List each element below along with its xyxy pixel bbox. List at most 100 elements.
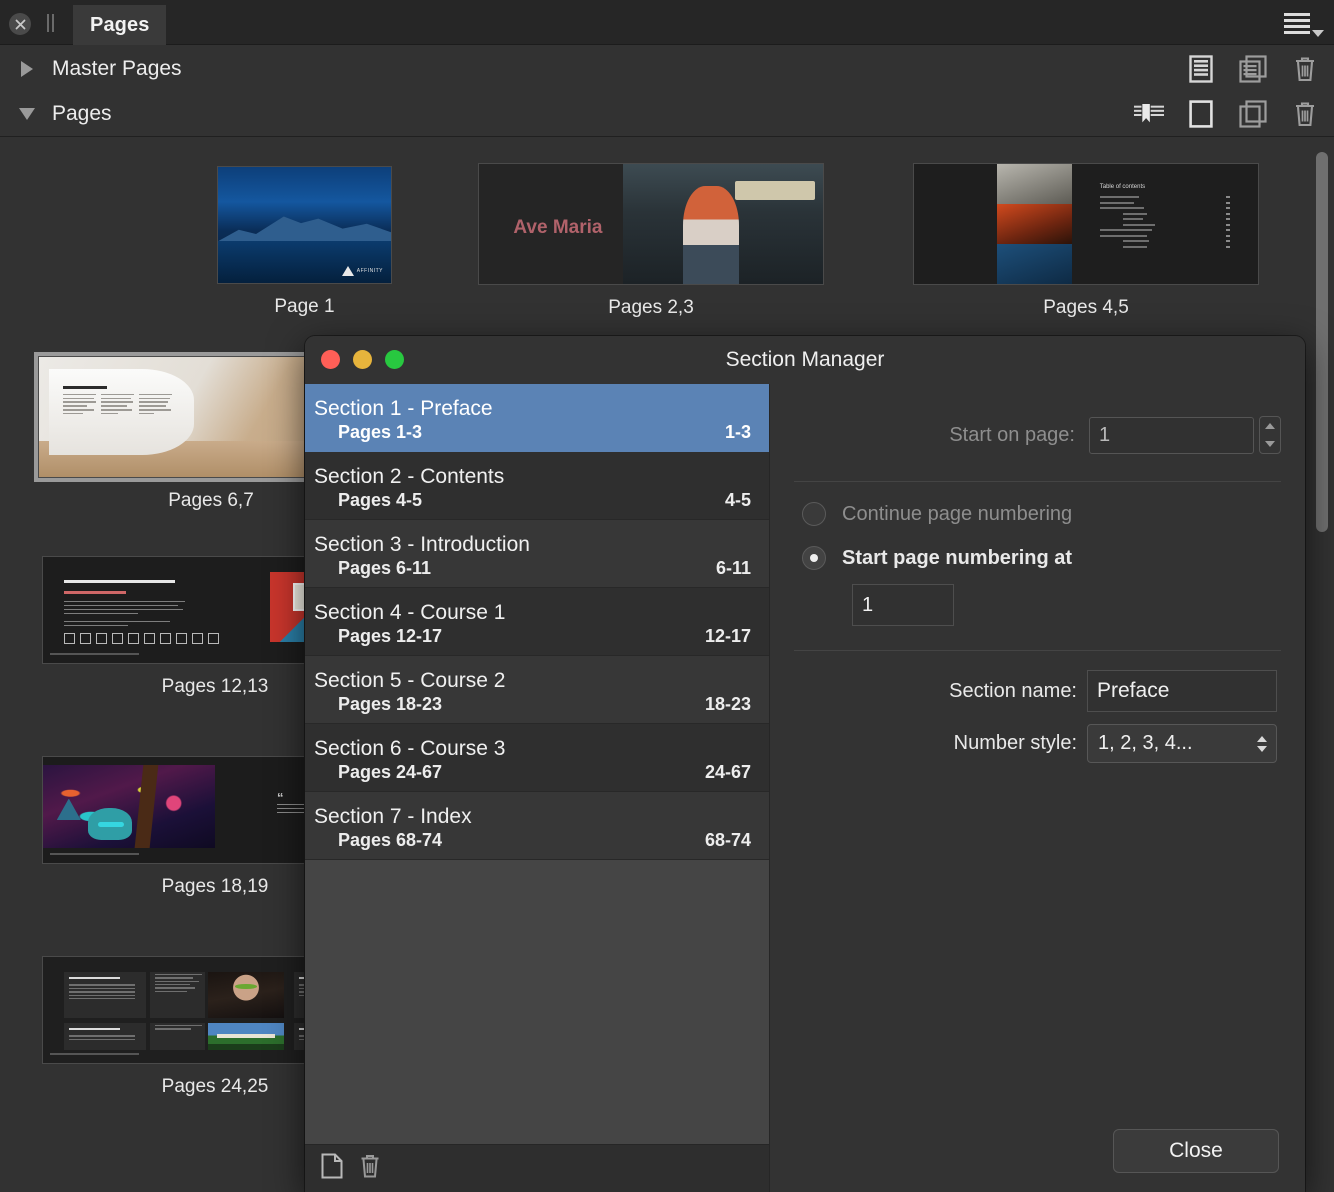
minimize-window-button[interactable] [353,350,372,369]
pages-toolbar [1134,92,1320,136]
close-circle-icon[interactable] [9,13,31,35]
thumbnail-pages-2-3[interactable]: Ave Maria Pages 2,3 [478,163,824,319]
section-list-item[interactable]: Section 6 - Course 3 Pages 24-67 24-67 [305,724,769,792]
section-pages-label: Pages 68-74 [338,830,443,850]
section-title: Section 5 - Course 2 [314,669,506,692]
start-on-page-input[interactable] [1089,416,1254,454]
affinity-logo-icon: AFFINITY [341,266,383,276]
section-name-row: Section name: [949,670,1277,712]
panel-vertical-scrollbar[interactable] [1316,152,1328,1142]
new-section-icon[interactable] [321,1153,343,1184]
thumb-art-contents: Table of contents [914,164,1258,284]
continue-numbering-radio[interactable] [802,502,826,526]
section-page-range: 24-67 [704,762,751,782]
pages-panel: Pages Master Pages Pages AFFINITY Page 1… [0,0,1334,1192]
section-page-range: 12-17 [704,626,751,646]
delete-master-icon[interactable] [1290,53,1320,85]
add-page-icon[interactable] [1186,98,1216,130]
section-list-item[interactable]: Section 5 - Course 2 Pages 18-23 18-23 [305,656,769,724]
section-list-item[interactable]: Section 4 - Course 1 Pages 12-17 12-17 [305,588,769,656]
section-pages-label: Pages 18-23 [338,694,443,714]
sections-list-column: Section 1 - Preface Pages 1-3 1-3 Sectio… [305,384,770,1192]
dialog-title: Section Manager [725,348,885,371]
thumb-art-avemaria: Ave Maria [479,164,823,284]
master-pages-label: Master Pages [52,57,182,80]
thumbnail-page-1[interactable]: AFFINITY Page 1 [217,166,392,318]
master-page-icon[interactable] [1186,53,1216,85]
close-button[interactable]: Close [1113,1129,1279,1173]
section-page-range: 4-5 [724,490,751,510]
section-page-range: 18-23 [704,694,751,714]
divider-1 [794,481,1281,482]
section-pages-label: Pages 24-67 [338,762,443,782]
stepper-arrows-icon [1257,735,1267,752]
section-page-range: 6-11 [715,558,751,578]
tab-pages[interactable]: Pages [73,5,167,45]
scrollbar-thumb[interactable] [1316,152,1328,532]
triangle-right-icon[interactable] [18,60,36,78]
number-style-label: Number style: [953,732,1077,754]
thumb-contents-heading: Table of contents [1099,184,1146,191]
delete-page-icon[interactable] [1290,98,1320,130]
tab-pages-label: Pages [90,13,150,36]
section-manager-dialog: Section Manager Section 1 - Preface Page… [305,336,1305,1192]
section-pages-label: Pages 4-5 [338,490,423,510]
thumb-avemaria-text: Ave Maria [513,216,603,238]
chevron-down-icon [1312,30,1324,37]
dialog-title-bar[interactable]: Section Manager [305,336,1305,384]
number-style-value: 1, 2, 3, 4... [1098,732,1193,754]
close-button-label: Close [1169,1139,1223,1162]
duplicate-page-icon[interactable] [1238,98,1268,130]
section-list-item[interactable]: Section 3 - Introduction Pages 6-11 6-11 [305,520,769,588]
section-title: Section 2 - Contents [314,465,505,488]
thumbnail-caption: Page 1 [274,296,335,317]
section-list-item[interactable]: Section 7 - Index Pages 68-74 68-74 [305,792,769,860]
delete-section-icon[interactable] [359,1153,381,1184]
dialog-body: Section 1 - Preface Pages 1-3 1-3 Sectio… [305,384,1305,1192]
start-numbering-radio-row[interactable]: Start page numbering at [802,546,1072,570]
thumbnail-pages-4-5[interactable]: Table of contents Pages 4,5 [913,163,1259,319]
number-style-select[interactable]: 1, 2, 3, 4... [1087,724,1277,763]
start-numbering-label: Start page numbering at [842,546,1073,569]
sections-list-footer [305,1144,769,1192]
thumbnail-caption: Pages 2,3 [608,297,694,318]
section-name-input[interactable] [1087,670,1277,712]
section-name-label: Section name: [949,679,1077,702]
section-pages-label: Pages 12-17 [338,626,443,646]
drag-grip-icon[interactable] [47,14,59,32]
hamburger-menu-icon[interactable] [1284,10,1324,37]
pages-label: Pages [52,102,112,125]
triangle-down-icon[interactable] [18,105,36,123]
number-style-row: Number style: 1, 2, 3, 4... [954,724,1277,763]
section-title: Section 7 - Index [314,805,472,828]
thumbnail-caption: Pages 4,5 [1043,297,1129,318]
section-marker-icon[interactable] [1134,98,1164,130]
start-numbering-input[interactable] [852,584,954,626]
section-title: Section 4 - Course 1 [314,601,506,624]
section-title: Section 3 - Introduction [314,533,530,556]
continue-numbering-label: Continue page numbering [842,502,1073,525]
section-detail-column: Start on page: Continue page numbering S… [770,384,1305,1192]
sections-list[interactable]: Section 1 - Preface Pages 1-3 1-3 Sectio… [305,384,769,1144]
section-title: Section 6 - Course 3 [314,737,506,760]
duplicate-master-icon[interactable] [1238,53,1268,85]
section-list-item[interactable]: Section 1 - Preface Pages 1-3 1-3 [305,384,769,452]
section-page-range: 1-3 [724,422,751,442]
continue-numbering-radio-row[interactable]: Continue page numbering [802,502,1072,526]
pages-group-header[interactable]: Pages [0,92,1334,137]
master-pages-toolbar [1186,47,1320,91]
start-on-page-row: Start on page: [949,416,1281,454]
start-numbering-radio[interactable] [802,546,826,570]
zoom-window-button[interactable] [385,350,404,369]
window-controls [321,350,404,369]
start-on-page-label: Start on page: [949,423,1075,446]
section-pages-label: Pages 1-3 [338,422,423,442]
thumb-art-cover: AFFINITY [218,167,391,283]
close-window-button[interactable] [321,350,340,369]
section-page-range: 68-74 [704,830,751,850]
section-list-item[interactable]: Section 2 - Contents Pages 4-5 4-5 [305,452,769,520]
start-on-page-stepper[interactable] [1259,416,1281,454]
section-title: Section 1 - Preface [314,397,493,420]
master-pages-group-header[interactable]: Master Pages [0,47,1334,91]
sections-list-empty-area[interactable] [305,860,769,1144]
